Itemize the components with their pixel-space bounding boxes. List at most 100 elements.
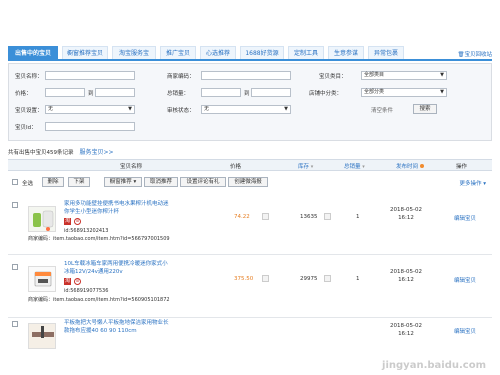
category-value: 全部类目 xyxy=(364,72,385,78)
publish-time: 2018-05-02 16:12 xyxy=(386,206,426,222)
edit-item-link[interactable]: 编辑宝贝 xyxy=(454,327,476,335)
id-label: 宝贝Id： xyxy=(15,125,37,131)
record-summary: 共有出售中宝贝459条记录 服务宝贝>> xyxy=(8,147,114,156)
set-review-gift-button[interactable]: 设置评论有礼 xyxy=(180,177,226,187)
more-actions-dropdown[interactable]: 更多操作 ▾ xyxy=(459,179,486,187)
settings-select[interactable]: 无 ▼ xyxy=(45,105,135,114)
publish-clock: 16:12 xyxy=(398,331,414,337)
tab-showcase[interactable]: 橱窗推荐宝贝 xyxy=(62,46,108,59)
product-title-link[interactable]: 平板拖把大号懒人平板拖地保洁家用物业长款拖布应援40 60 90 110cm xyxy=(64,319,172,335)
tab-promoted[interactable]: 推广宝贝 xyxy=(160,46,196,59)
tab-custom-tools[interactable]: 定制工具 xyxy=(288,46,324,59)
sales-max-input[interactable] xyxy=(251,88,291,97)
tab-service[interactable]: 淘宝服务宝 xyxy=(112,46,156,59)
select-all-label: 全选 xyxy=(22,181,34,187)
tab-1688[interactable]: 1688好货源 xyxy=(240,46,284,59)
name-label: 宝贝名称： xyxy=(15,74,43,80)
col-published[interactable]: 发布时间 xyxy=(396,162,424,170)
delete-button[interactable]: 删除 xyxy=(42,177,64,187)
create-poster-button[interactable]: 创建微海报 xyxy=(228,177,268,187)
merchant-code: 商家编码：item.taobao.com/item.htm?id=5609051… xyxy=(28,297,170,303)
id-input[interactable] xyxy=(45,122,135,131)
edit-price-icon[interactable] xyxy=(262,275,269,282)
record-count-text: 共有出售中宝贝459条记录 xyxy=(8,150,74,156)
col-price[interactable]: 价格 xyxy=(230,162,241,170)
publish-clock: 16:12 xyxy=(398,277,414,283)
no-icon: ⊘ xyxy=(74,278,81,285)
tab-on-sale[interactable]: 出售中的宝贝 xyxy=(8,46,58,59)
col-stock-label: 库存 xyxy=(298,164,310,170)
code-label: 商家编码： xyxy=(167,74,195,80)
edit-price-icon[interactable] xyxy=(262,213,269,220)
taobao-tag: 淘 xyxy=(64,218,72,225)
row-checkbox[interactable] xyxy=(12,202,18,208)
table-row: 10L车载冰箱车家两用便携冷暖迷你家式小冰箱12V/24v通用220v 淘 ⊘ … xyxy=(8,256,492,318)
category-label: 宝贝类目： xyxy=(319,74,347,80)
price-min-input[interactable] xyxy=(45,88,85,97)
product-title-link[interactable]: 10L车载冰箱车家两用便携冷暖迷你家式小冰箱12V/24v通用220v xyxy=(64,260,172,276)
col-action: 操作 xyxy=(456,164,468,170)
col-published-label: 发布时间 xyxy=(396,164,419,170)
col-sales-label: 总销量 xyxy=(344,164,361,170)
publish-date: 2018-05-02 xyxy=(390,269,422,275)
shop-category-select[interactable]: 全部分类 ▼ xyxy=(361,88,447,97)
taobao-tag: 淘 xyxy=(64,278,72,285)
edit-item-link[interactable]: 编辑宝贝 xyxy=(454,214,476,222)
review-select[interactable]: 无 ▼ xyxy=(201,105,291,114)
clear-filters-button[interactable]: 清空条件 xyxy=(371,106,393,114)
cancel-recommend-button[interactable]: 取消推荐 xyxy=(144,177,178,187)
edit-stock-icon[interactable] xyxy=(324,275,331,282)
select-all-checkbox[interactable] xyxy=(12,179,18,185)
search-button[interactable]: 搜索 xyxy=(413,104,437,114)
more-actions-label: 更多操作 xyxy=(459,181,482,187)
product-thumbnail[interactable] xyxy=(28,323,56,349)
tab-abnormal-package[interactable]: 异常包裹 xyxy=(368,46,404,59)
chevron-down-icon: ▼ xyxy=(284,106,288,112)
table-row: 家用多功能壁挂便携书电水果榨汁机电动迷你学生小型迷你榨汁杯 淘 ⊘ id:568… xyxy=(8,194,492,255)
product-id: id:568913202413 xyxy=(64,228,109,234)
product-thumbnail[interactable] xyxy=(28,206,56,232)
shop-category-value: 全部分类 xyxy=(364,89,385,95)
merchant-code: 商家编码：item.taobao.com/item.htm?id=5667970… xyxy=(28,236,170,242)
sort-icon: ▾ xyxy=(310,164,314,170)
col-sales[interactable]: 总销量 ▾ xyxy=(344,162,365,170)
col-name: 宝贝名称 xyxy=(120,164,143,170)
no-icon: ⊘ xyxy=(74,218,81,225)
name-input[interactable] xyxy=(45,71,135,80)
edit-item-link[interactable]: 编辑宝贝 xyxy=(454,276,476,284)
product-title-link[interactable]: 家用多功能壁挂便携书电水果榨汁机电动迷你学生小型迷你榨汁杯 xyxy=(64,200,172,216)
chevron-down-icon: ▼ xyxy=(440,89,444,95)
product-thumbnail[interactable] xyxy=(28,266,56,292)
code-input[interactable] xyxy=(201,71,291,80)
col-stock[interactable]: 库存 ▾ xyxy=(298,162,313,170)
price-max-input[interactable] xyxy=(95,88,135,97)
tab-bar: 出售中的宝贝 橱窗推荐宝贝 淘宝服务宝 推广宝贝 心选推荐 1688好货源 定制… xyxy=(8,44,492,61)
product-sales: 1 xyxy=(356,276,360,282)
delist-button[interactable]: 下架 xyxy=(68,177,90,187)
table-header: 宝贝名称 价格 库存 ▾ 总销量 ▾ 发布时间 操作 xyxy=(8,159,492,171)
product-stock: 29975 xyxy=(300,276,318,282)
sales-min-input[interactable] xyxy=(201,88,241,97)
chevron-down-icon: ▾ xyxy=(133,179,137,185)
recycle-bin-link[interactable]: 🗑宝贝回收站 xyxy=(458,50,493,58)
showcase-button[interactable]: 橱窗推荐 ▾ xyxy=(104,177,142,187)
tab-heart-pick[interactable]: 心选推荐 xyxy=(200,46,236,59)
category-select[interactable]: 全部类目 ▼ xyxy=(361,71,447,80)
edit-stock-icon[interactable] xyxy=(324,213,331,220)
bulk-action-bar: 全选 删除 下架 橱窗推荐 ▾ 取消推荐 设置评论有礼 创建微海报 更多操作 ▾ xyxy=(8,175,492,189)
row-checkbox[interactable] xyxy=(12,264,18,270)
sales-to-label: 到 xyxy=(244,91,250,97)
publish-clock: 16:12 xyxy=(398,215,414,221)
tab-business-advisor[interactable]: 生意参谋 xyxy=(328,46,364,59)
sort-icon: ▾ xyxy=(362,164,365,170)
product-sales: 1 xyxy=(356,214,360,220)
showcase-label: 橱窗推荐 xyxy=(109,179,132,185)
review-label: 审核状态： xyxy=(167,108,195,114)
row-checkbox[interactable] xyxy=(12,321,18,327)
publish-date: 2018-05-02 xyxy=(390,323,422,329)
service-items-link[interactable]: 服务宝贝>> xyxy=(80,149,114,156)
recycle-bin-label: 宝贝回收站 xyxy=(464,52,492,58)
publish-time: 2018-05-02 16:12 xyxy=(386,268,426,284)
review-value: 无 xyxy=(204,106,210,112)
chevron-down-icon: ▼ xyxy=(128,106,132,112)
